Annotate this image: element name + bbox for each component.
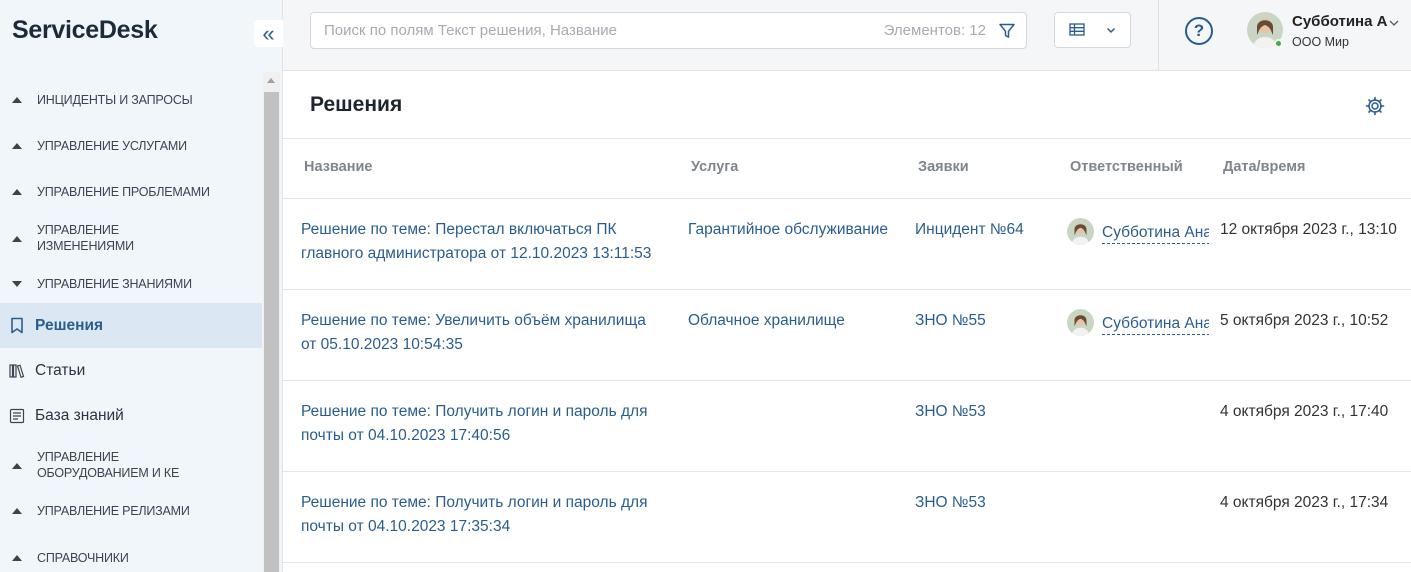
- sidebar-scrollbar[interactable]: [263, 72, 280, 572]
- expand-triangle-icon: [12, 555, 22, 561]
- help-button[interactable]: ?: [1185, 17, 1213, 45]
- text-line: почты от 04.10.2023 17:40:56: [301, 427, 511, 444]
- table-view-icon: [1069, 22, 1085, 43]
- sidebar-item-solutions[interactable]: Решения: [0, 303, 262, 348]
- filter-icon[interactable]: [997, 21, 1017, 41]
- expand-triangle-icon: [12, 236, 22, 242]
- page-title: Решения: [310, 93, 403, 116]
- items-count: Элементов: 12: [883, 22, 986, 39]
- request-link[interactable]: ЗНО №53: [915, 491, 986, 515]
- chevron-down-icon: [1105, 23, 1117, 41]
- user-menu[interactable]: Субботина А ООО Мир: [1247, 12, 1400, 52]
- sidebar-item-articles[interactable]: Статьи: [0, 348, 262, 393]
- column-header-responsible[interactable]: Ответственный: [1070, 159, 1183, 175]
- search-box: Элементов: 12: [310, 12, 1027, 49]
- text-line: Решение по теме: Получить логин и пароль…: [301, 494, 648, 511]
- sidebar-group-label: УПРАВЛЕНИЕ ЗНАНИЯМИ: [37, 277, 192, 291]
- view-mode-button[interactable]: [1054, 12, 1131, 48]
- collapse-triangle-icon: [12, 281, 22, 287]
- expand-triangle-icon: [12, 143, 22, 149]
- sidebar-group-services[interactable]: УПРАВЛЕНИЕ УСЛУГАМИ: [0, 136, 262, 156]
- sidebar-group-directories[interactable]: СПРАВОЧНИКИ: [0, 548, 262, 568]
- responsible-user[interactable]: Субботина Анастасия: [1067, 309, 1209, 339]
- sidebar-item-label: База знаний: [35, 406, 124, 424]
- top-bar: Элементов: 12 ? Субботина А ООО Мир: [283, 0, 1411, 71]
- row-divider: [283, 562, 1411, 563]
- bookmark-icon: [9, 317, 25, 334]
- text-line: от 05.10.2023 10:54:35: [301, 336, 463, 353]
- chevron-down-icon: [1388, 16, 1400, 34]
- responsible-name: Субботина Анастасия: [1102, 314, 1209, 335]
- label-line: ОБОРУДОВАНИЕМ И КЕ: [37, 466, 180, 480]
- solution-name-link[interactable]: Решение по теме: Получить логин и пароль…: [301, 400, 647, 448]
- solution-name-link[interactable]: Решение по теме: Перестал включаться ПК …: [301, 218, 651, 266]
- label-line: ИЗМЕНЕНИЯМИ: [37, 239, 134, 253]
- request-link[interactable]: Инцидент №64: [915, 218, 1024, 242]
- column-header-datetime[interactable]: Дата/время: [1223, 159, 1305, 175]
- datetime: 12 октября 2023 г., 13:10: [1220, 221, 1397, 238]
- label-line: УПРАВЛЕНИЕ: [37, 450, 119, 464]
- sidebar-group-releases[interactable]: УПРАВЛЕНИЕ РЕЛИЗАМИ: [0, 501, 262, 521]
- knowledge-base-icon: [9, 408, 25, 424]
- sidebar: ServiceDesk « ИНЦИДЕНТЫ И ЗАПРОСЫ УПРАВЛ…: [0, 0, 283, 572]
- datetime: 4 октября 2023 г., 17:40: [1220, 403, 1389, 420]
- sidebar-group-label: УПРАВЛЕНИЕ ПРОБЛЕМАМИ: [37, 185, 210, 199]
- column-header-service[interactable]: Услуга: [691, 159, 738, 175]
- row-divider: [283, 289, 1411, 290]
- sidebar-item-knowledge-base[interactable]: База знаний: [0, 393, 262, 438]
- sidebar-group-equipment[interactable]: УПРАВЛЕНИЕ ОБОРУДОВАНИЕМ И КЕ: [0, 447, 262, 483]
- responsible-user[interactable]: Субботина Анастасия: [1067, 218, 1209, 248]
- expand-triangle-icon: [12, 97, 22, 103]
- expand-triangle-icon: [12, 463, 22, 469]
- solution-name-link[interactable]: Решение по теме: Увеличить объём хранили…: [301, 309, 646, 357]
- sidebar-group-label: УПРАВЛЕНИЕ РЕЛИЗАМИ: [37, 504, 190, 518]
- datetime: 5 октября 2023 г., 10:52: [1220, 312, 1389, 329]
- sidebar-group-changes[interactable]: УПРАВЛЕНИЕ ИЗМЕНЕНИЯМИ: [0, 220, 262, 256]
- text-line: главного администратора от 12.10.2023 13…: [301, 245, 652, 262]
- sidebar-group-knowledge[interactable]: УПРАВЛЕНИЕ ЗНАНИЯМИ: [0, 274, 262, 294]
- label-line: УПРАВЛЕНИЕ: [37, 223, 119, 237]
- divider: [283, 198, 1411, 199]
- service-link[interactable]: Облачное хранилище: [688, 309, 845, 333]
- sidebar-group-problems[interactable]: УПРАВЛЕНИЕ ПРОБЛЕМАМИ: [0, 182, 262, 202]
- scroll-thumb[interactable]: [264, 92, 279, 572]
- sidebar-group-label: СПРАВОЧНИКИ: [37, 551, 129, 565]
- divider: [283, 138, 1411, 139]
- sidebar-group-label: УПРАВЛЕНИЕ ИЗМЕНЕНИЯМИ: [37, 222, 134, 254]
- sidebar-group-incidents[interactable]: ИНЦИДЕНТЫ И ЗАПРОСЫ: [0, 90, 262, 110]
- expand-triangle-icon: [12, 189, 22, 195]
- request-link[interactable]: ЗНО №53: [915, 400, 986, 424]
- gear-icon[interactable]: [1365, 96, 1385, 116]
- books-icon: [9, 363, 25, 379]
- column-header-requests[interactable]: Заявки: [918, 159, 969, 175]
- sidebar-group-label: УПРАВЛЕНИЕ УСЛУГАМИ: [37, 139, 187, 153]
- avatar: [1067, 218, 1094, 245]
- collapse-sidebar-button[interactable]: «: [254, 20, 283, 47]
- user-org: ООО Мир: [1292, 35, 1349, 49]
- sidebar-group-label: УПРАВЛЕНИЕ ОБОРУДОВАНИЕМ И КЕ: [37, 449, 179, 481]
- scroll-up-arrow-icon[interactable]: [267, 78, 275, 83]
- expand-triangle-icon: [12, 508, 22, 514]
- responsible-name: Субботина Анастасия: [1102, 223, 1209, 244]
- text-line: почты от 04.10.2023 17:35:34: [301, 518, 511, 535]
- solution-name-link[interactable]: Решение по теме: Получить логин и пароль…: [301, 491, 647, 539]
- sidebar-item-label: Решения: [35, 316, 104, 334]
- row-divider: [283, 380, 1411, 381]
- service-link[interactable]: Гарантийное обслуживание: [688, 218, 888, 242]
- text-line: Решение по теме: Увеличить объём хранили…: [301, 312, 646, 329]
- user-name: Субботина А: [1292, 13, 1388, 30]
- datetime: 4 октября 2023 г., 17:34: [1220, 494, 1389, 511]
- sidebar-item-label: Статьи: [35, 361, 86, 379]
- text-line: Решение по теме: Получить логин и пароль…: [301, 403, 648, 420]
- header-divider: [1158, 0, 1159, 71]
- row-divider: [283, 471, 1411, 472]
- column-header-name[interactable]: Название: [304, 159, 372, 175]
- online-status-dot: [1274, 39, 1283, 48]
- text-line: Решение по теме: Перестал включаться ПК: [301, 221, 617, 238]
- brand-logo: ServiceDesk: [12, 16, 158, 44]
- avatar: [1067, 309, 1094, 336]
- request-link[interactable]: ЗНО №55: [915, 309, 986, 333]
- sidebar-group-label: ИНЦИДЕНТЫ И ЗАПРОСЫ: [37, 93, 193, 107]
- search-input[interactable]: [324, 13, 844, 48]
